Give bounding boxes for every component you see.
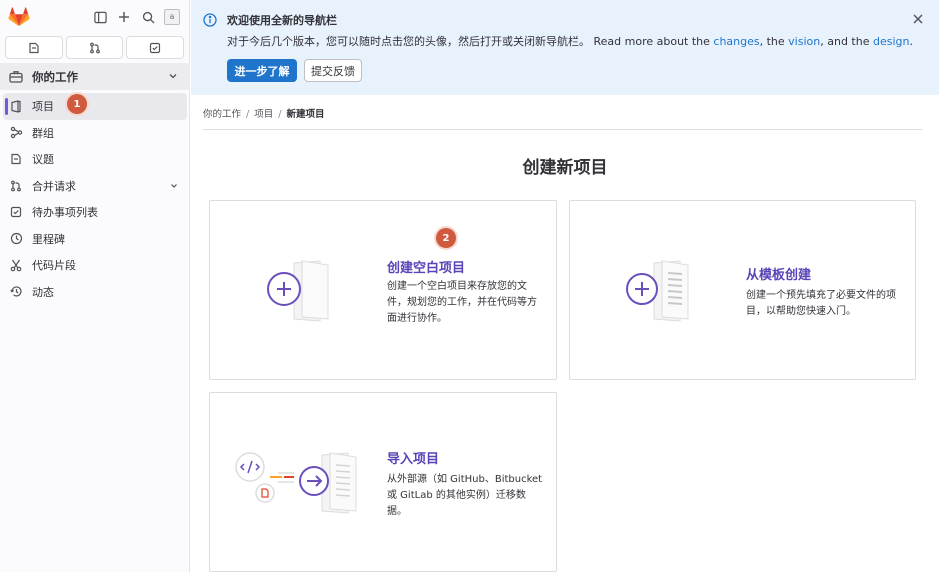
breadcrumb-current[interactable]: 新建项目: [286, 109, 324, 120]
card-description-line: 或 GitLab 的其他实例）迁移数: [387, 490, 526, 501]
blank-project-card[interactable]: 创建空白项目 创建一个空白项目来存放您的文 件，规划您的工作，并在代码等方 面进…: [209, 200, 557, 380]
template-project-card[interactable]: 从模板创建 创建一个预先填充了必要文件的项 目，以帮助您快速入门。: [569, 200, 916, 380]
sidebar-item-todos[interactable]: 待办事项列表: [3, 199, 187, 226]
sidebar-nav: 项目 群组 议题 合并请求 待办事项列表 里程碑 代码片段 动态: [0, 93, 190, 305]
sidebar-item-label: 代码片段: [32, 259, 76, 273]
context-switcher[interactable]: 你的工作: [0, 63, 190, 90]
context-label: 你的工作: [32, 69, 78, 84]
new-nav-banner: 欢迎使用全新的导航栏 对于今后几个版本，您可以随时点击您的头像，然后打开或关闭新…: [191, 0, 939, 95]
breadcrumb-projects[interactable]: 项目: [254, 109, 273, 120]
sidebar-item-projects[interactable]: 项目: [3, 93, 187, 120]
breadcrumb-separator: /: [246, 109, 250, 120]
banner-title: 欢迎使用全新的导航栏: [227, 14, 337, 27]
chevron-down-icon[interactable]: [168, 180, 180, 192]
chevron-down-icon: [169, 74, 177, 79]
design-link[interactable]: design: [873, 35, 910, 48]
step-marker-1: 1: [67, 94, 87, 114]
breadcrumb-your-work[interactable]: 你的工作: [203, 109, 241, 120]
sidebar-item-label: 群组: [32, 126, 54, 140]
sidebar-item-milestones[interactable]: 里程碑: [3, 226, 187, 253]
card-title[interactable]: 从模板创建: [746, 264, 811, 283]
card-title[interactable]: 导入项目: [387, 448, 439, 467]
template-illustration: [626, 260, 689, 322]
sidebar-item-label: 项目: [32, 100, 54, 114]
group-icon: [9, 126, 23, 140]
issues-icon: [9, 152, 23, 166]
card-description-line: 创建一个空白项目来存放您的文: [387, 281, 527, 292]
card-description-line: 据。: [387, 506, 407, 517]
sidebar-toggle-icon[interactable]: [92, 9, 108, 25]
clock-icon: [9, 232, 23, 246]
breadcrumb: 你的工作 / 项目 / 新建项目: [203, 106, 324, 120]
merge-requests-count-button[interactable]: [65, 36, 124, 59]
sidebar-item-merge-requests[interactable]: 合并请求: [3, 173, 187, 200]
card-description-line: 从外部源（如 GitHub、Bitbucket: [387, 474, 543, 485]
card-title[interactable]: 创建空白项目: [387, 257, 465, 276]
issues-count-button[interactable]: [5, 36, 63, 59]
sidebar-item-label: 动态: [32, 285, 54, 299]
page-title: 创建新项目: [522, 158, 608, 178]
vision-link[interactable]: vision: [788, 35, 820, 48]
card-description-line: 创建一个预先填充了必要文件的项: [746, 290, 896, 301]
feedback-button[interactable]: 提交反馈: [304, 59, 362, 82]
card-description-line: 目，以帮助您快速入门。: [746, 306, 856, 317]
card-description-line: 件，规划您的工作，并在代码等方: [387, 297, 537, 308]
banner-text-mid2: , and the: [820, 35, 873, 48]
project-icon: [9, 99, 23, 113]
sidebar-item-issues[interactable]: 议题: [3, 146, 187, 173]
card-description-line: 面进行协作。: [387, 313, 447, 324]
info-icon: [203, 13, 217, 27]
divider: [203, 129, 922, 130]
sidebar-item-activity[interactable]: 动态: [3, 279, 187, 306]
avatar[interactable]: a: [164, 9, 180, 25]
import-project-card[interactable]: 导入项目 从外部源（如 GitHub、Bitbucket 或 GitLab 的其…: [209, 392, 557, 572]
issues-icon: [29, 42, 39, 53]
sidebar-item-groups[interactable]: 群组: [3, 120, 187, 147]
sidebar-counts: [5, 36, 185, 59]
banner-text: 对于今后几个版本，您可以随时点击您的头像，然后打开或关闭新导航栏。 Read m…: [227, 33, 913, 49]
history-icon: [9, 285, 23, 299]
card-description: 从外部源（如 GitHub、Bitbucket 或 GitLab 的其他实例）迁…: [387, 472, 542, 520]
merge-request-icon: [89, 42, 100, 53]
banner-text-end: .: [909, 35, 913, 48]
banner-text-before: 对于今后几个版本，您可以随时点击您的头像，然后打开或关闭新导航栏。 Read m…: [227, 35, 714, 48]
import-illustration: [235, 452, 357, 514]
sidebar-item-label: 待办事项列表: [32, 206, 98, 220]
sidebar-item-label: 议题: [32, 153, 54, 167]
todo-icon: [9, 205, 23, 219]
merge-request-icon: [9, 179, 23, 193]
step-marker-2: 2: [436, 228, 456, 248]
card-description: 创建一个预先填充了必要文件的项 目，以帮助您快速入门。: [746, 288, 896, 320]
sidebar: a 你的工作 项目 群组 议题 合并请求 待办事项列表 里程碑 代码片段 动态 …: [0, 0, 190, 572]
breadcrumb-separator: /: [278, 109, 282, 120]
changes-link[interactable]: changes: [713, 35, 759, 48]
blank-project-illustration: [267, 260, 329, 322]
sidebar-item-label: 里程碑: [32, 232, 65, 246]
todos-count-button[interactable]: [126, 36, 185, 59]
sidebar-item-label: 合并请求: [32, 179, 76, 193]
scissors-icon: [9, 258, 23, 272]
search-icon[interactable]: [140, 9, 156, 25]
briefcase-icon: [8, 69, 24, 85]
sidebar-item-snippets[interactable]: 代码片段: [3, 252, 187, 279]
todo-icon: [150, 42, 161, 53]
close-icon[interactable]: [911, 12, 925, 26]
plus-icon[interactable]: [116, 9, 132, 25]
gitlab-logo[interactable]: [8, 7, 30, 27]
learn-more-button[interactable]: 进一步了解: [227, 59, 297, 82]
card-description: 创建一个空白项目来存放您的文 件，规划您的工作，并在代码等方 面进行协作。: [387, 279, 537, 327]
banner-text-mid1: , the: [759, 35, 789, 48]
